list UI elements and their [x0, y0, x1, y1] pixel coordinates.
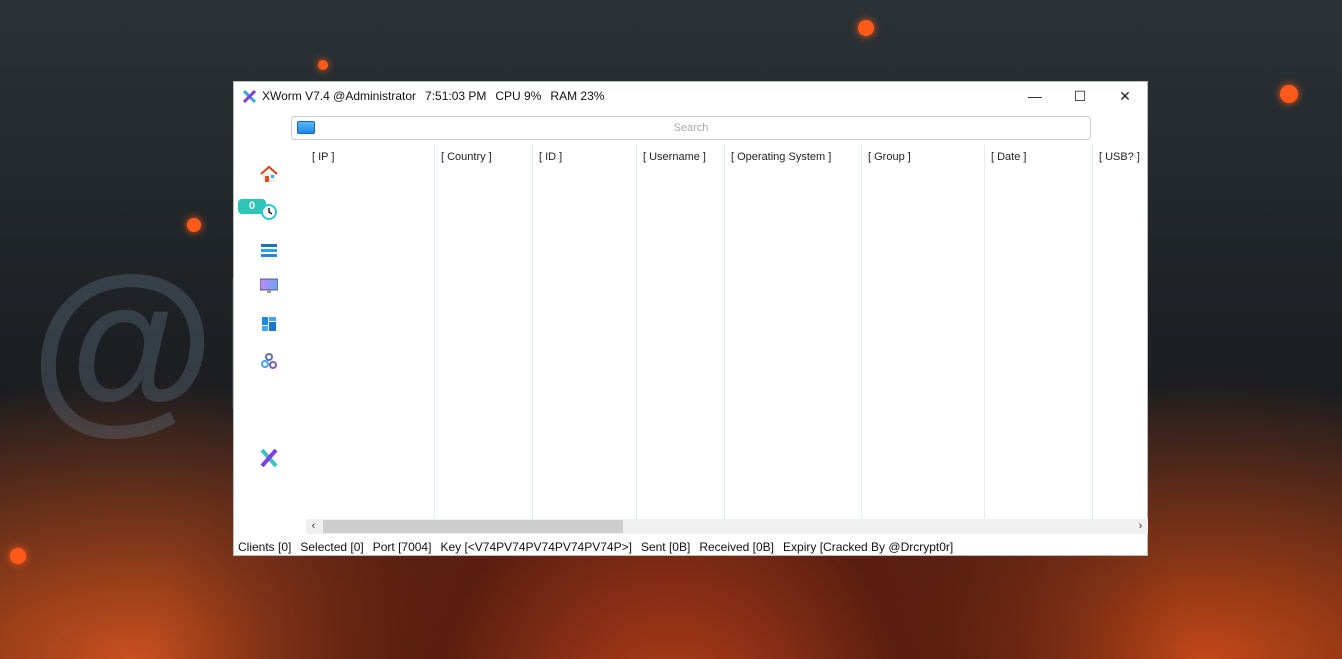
search-placeholder: Search: [673, 122, 709, 134]
ram-usage: RAM 23%: [550, 89, 605, 103]
app-title: XWorm V7.4 @Administrator: [262, 89, 417, 103]
column-group[interactable]: [ Group ]: [862, 144, 985, 519]
home-icon[interactable]: [260, 165, 278, 183]
column-header[interactable]: [ Group ]: [868, 151, 911, 163]
list-icon[interactable]: [260, 241, 278, 259]
clients-count: Clients [0]: [238, 539, 292, 554]
settings-icon[interactable]: [260, 352, 278, 370]
column-date[interactable]: [ Date ]: [985, 144, 1093, 519]
expiry: Expiry [Cracked By @Drcrypt0r]: [783, 539, 954, 554]
search-input[interactable]: Search: [291, 116, 1091, 140]
column-id[interactable]: [ ID ]: [533, 144, 637, 519]
ember: [10, 548, 26, 564]
column-username[interactable]: [ Username ]: [637, 144, 725, 519]
column-country[interactable]: [ Country ]: [435, 144, 533, 519]
column-os[interactable]: [ Operating System ]: [725, 144, 862, 519]
cpu-usage: CPU 9%: [495, 89, 542, 103]
clock-icon[interactable]: [260, 203, 278, 221]
ember: [1280, 85, 1298, 103]
key: Key [<V74PV74PV74PV74PV74P>]: [440, 539, 632, 554]
ember: [318, 60, 328, 70]
column-header[interactable]: [ IP ]: [312, 151, 334, 163]
selected-count: Selected [0]: [300, 539, 364, 554]
title-bar[interactable]: XWorm V7.4 @Administrator 7:51:03 PM CPU…: [234, 82, 1147, 110]
clients-table[interactable]: [ IP ] [ Country ] [ ID ] [ Username ] […: [306, 144, 1148, 519]
column-usb[interactable]: [ USB? ]: [1093, 144, 1148, 519]
monitor-icon[interactable]: [260, 278, 278, 296]
column-ip[interactable]: [ IP ]: [306, 144, 435, 519]
xworm-logo-icon: [260, 449, 278, 467]
port: Port [7004]: [372, 539, 432, 554]
column-header[interactable]: [ USB? ]: [1099, 151, 1140, 163]
column-header[interactable]: [ Username ]: [643, 151, 706, 163]
ember: [858, 20, 874, 36]
maximize-button[interactable]: ☐: [1057, 82, 1103, 110]
clock: 7:51:03 PM: [425, 89, 487, 103]
column-header[interactable]: [ ID ]: [539, 151, 562, 163]
xworm-window: XWorm V7.4 @Administrator 7:51:03 PM CPU…: [233, 81, 1148, 556]
sent: Sent [0B]: [640, 539, 691, 554]
column-header[interactable]: [ Date ]: [991, 151, 1026, 163]
scroll-thumb[interactable]: [323, 520, 623, 533]
xworm-logo-icon: [243, 89, 256, 103]
column-header[interactable]: [ Operating System ]: [731, 151, 831, 163]
scroll-right-button[interactable]: ›: [1133, 519, 1148, 534]
close-button[interactable]: ✕: [1102, 82, 1148, 110]
received: Received [0B]: [699, 539, 775, 554]
horizontal-scrollbar[interactable]: ‹ ›: [306, 519, 1148, 534]
status-bar: Clients [0] Selected [0] Port [7004] Key…: [234, 537, 1147, 556]
column-header[interactable]: [ Country ]: [441, 151, 492, 163]
dashboard-icon[interactable]: [260, 315, 278, 333]
scroll-left-button[interactable]: ‹: [306, 519, 321, 534]
ember: [187, 218, 201, 232]
minimize-button[interactable]: —: [1012, 82, 1058, 110]
